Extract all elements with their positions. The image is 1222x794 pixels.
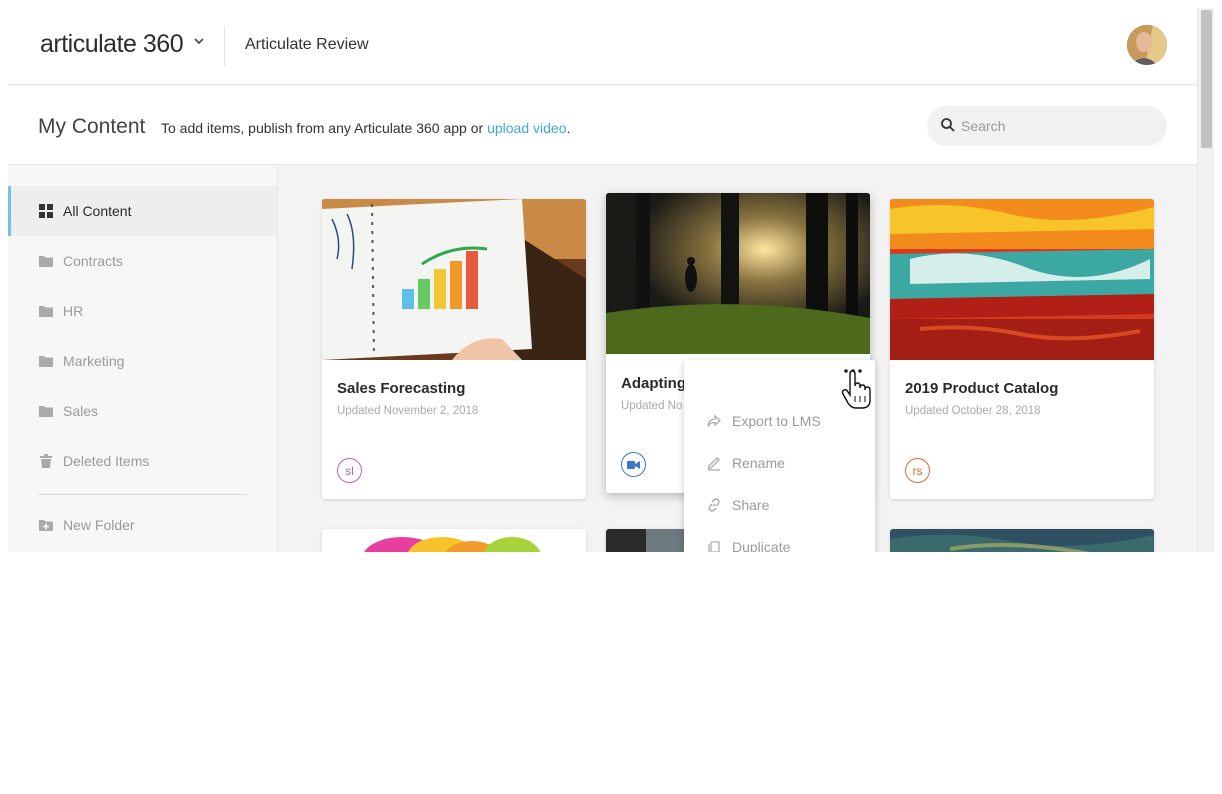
- card-thumbnail: [890, 199, 1154, 360]
- content-card-sales-forecasting[interactable]: Sales Forecasting Updated November 2, 20…: [322, 199, 586, 499]
- menu-item-duplicate[interactable]: Duplicate: [684, 527, 875, 552]
- video-camera-icon: [627, 460, 640, 469]
- content-card[interactable]: [890, 529, 1154, 552]
- author-badge: rs: [905, 458, 930, 483]
- scrollbar-thumb[interactable]: [1201, 10, 1212, 148]
- new-folder-label: New Folder: [63, 517, 135, 533]
- link-icon: [708, 498, 720, 512]
- sidebar-item-label: Marketing: [63, 353, 125, 369]
- folder-icon: [39, 406, 53, 417]
- hand-cursor-icon: [841, 370, 871, 409]
- menu-item-label: Share: [732, 497, 770, 513]
- author-badge: sl: [337, 458, 362, 483]
- card-thumbnail-image: [322, 529, 586, 552]
- video-icon: [621, 452, 646, 477]
- menu-item-label: Export to LMS: [732, 413, 821, 429]
- content-header: My Content To add items, publish from an…: [8, 86, 1197, 165]
- sidebar-item-marketing[interactable]: Marketing: [8, 336, 277, 386]
- chevron-down-icon[interactable]: [192, 34, 206, 48]
- avatar[interactable]: [1127, 25, 1167, 65]
- help-prefix: To add items, publish from any Articulat…: [161, 120, 488, 136]
- sidebar-item-hr[interactable]: HR: [8, 286, 277, 336]
- content-card-product-catalog[interactable]: 2019 Product Catalog Updated October 28,…: [890, 199, 1154, 499]
- articulate-logo[interactable]: articulate 360: [40, 30, 184, 59]
- card-date: Updated October 28, 2018: [905, 405, 1041, 417]
- folder-icon: [39, 256, 53, 267]
- upload-video-link[interactable]: upload video: [487, 120, 566, 136]
- search-box[interactable]: [927, 106, 1167, 146]
- copy-icon: [708, 541, 720, 552]
- app-title: Articulate Review: [245, 36, 369, 53]
- search-icon: [941, 118, 955, 132]
- search-input[interactable]: [961, 106, 1161, 146]
- grid-icon: [39, 204, 53, 218]
- folder-icon: [39, 306, 53, 317]
- avatar-image: [1127, 25, 1167, 65]
- content-card[interactable]: [322, 529, 586, 552]
- card-thumbnail-image: [890, 529, 1154, 552]
- sidebar-item-sales[interactable]: Sales: [8, 386, 277, 436]
- card-thumbnail: [322, 199, 586, 360]
- new-folder-button[interactable]: New Folder: [8, 500, 277, 550]
- card-title: Sales Forecasting: [337, 380, 466, 397]
- card-title: Adapting: [621, 375, 686, 392]
- sidebar-item-label: HR: [63, 303, 84, 319]
- menu-item-label: Duplicate: [732, 539, 791, 552]
- header-help-text: To add items, publish from any Articulat…: [161, 120, 570, 136]
- trash-icon: [40, 454, 52, 468]
- card-date: Updated No: [621, 400, 683, 412]
- sidebar-item-label: Contracts: [63, 253, 123, 269]
- card-thumbnail-image: [322, 199, 586, 360]
- menu-item-label: Rename: [732, 455, 785, 471]
- pencil-icon: [707, 457, 720, 471]
- help-suffix: .: [566, 120, 571, 136]
- card-title: 2019 Product Catalog: [905, 380, 1059, 397]
- app-viewport: articulate 360 Articulate Review My Cont…: [8, 8, 1197, 552]
- vertical-scrollbar[interactable]: [1197, 8, 1214, 552]
- card-thumbnail-image: [606, 193, 870, 354]
- divider: [224, 26, 225, 66]
- sidebar-item-label: Sales: [63, 403, 99, 419]
- folder-icon: [39, 356, 53, 367]
- folder-plus-icon: [39, 520, 53, 531]
- sidebar: All Content Contracts HR Marketing Sales…: [8, 166, 278, 552]
- card-date: Updated November 2, 2018: [337, 405, 479, 417]
- top-bar: articulate 360 Articulate Review: [8, 8, 1197, 85]
- sidebar-item-deleted-items[interactable]: Deleted Items: [8, 436, 277, 486]
- sidebar-item-label: All Content: [63, 203, 132, 219]
- menu-item-share[interactable]: Share: [684, 485, 875, 525]
- card-thumbnail-image: [890, 199, 1154, 360]
- sidebar-item-contracts[interactable]: Contracts: [8, 236, 277, 286]
- sidebar-divider: [38, 494, 247, 495]
- sidebar-item-all-content[interactable]: All Content: [8, 186, 277, 236]
- share-arrow-icon: [707, 414, 721, 427]
- page-title: My Content: [38, 115, 146, 138]
- menu-item-rename[interactable]: Rename: [684, 443, 875, 483]
- sidebar-item-label: Deleted Items: [63, 453, 150, 469]
- card-thumbnail: [606, 193, 870, 354]
